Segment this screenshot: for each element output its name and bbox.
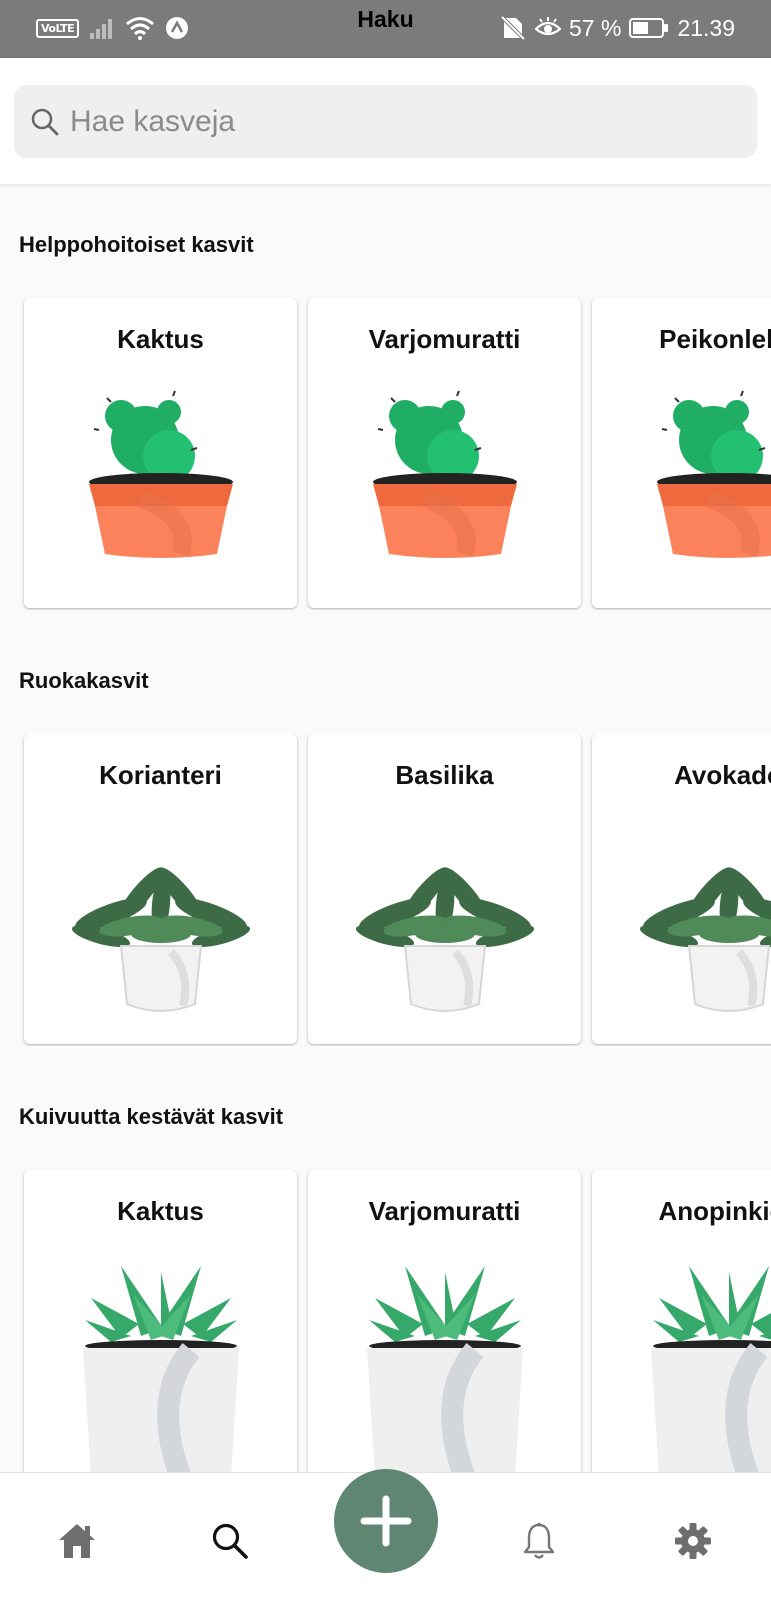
leafy-plant-image bbox=[639, 867, 771, 1012]
plus-icon bbox=[360, 1495, 412, 1547]
plant-row-drought-tolerant[interactable]: Kaktus Varjomuratti Anopinki bbox=[0, 1170, 771, 1472]
plant-card[interactable]: Avokado bbox=[592, 734, 771, 1044]
search-input[interactable] bbox=[70, 104, 710, 139]
plant-card-title: Varjomuratti bbox=[368, 1196, 521, 1226]
cactus-pot-image bbox=[88, 390, 233, 558]
section-title-drought-tolerant: Kuivuutta kestävät kasvit bbox=[19, 1104, 284, 1129]
section-title-easy-care: Helppohoitoiset kasvit bbox=[19, 232, 254, 257]
succulent-pot-image bbox=[82, 1266, 239, 1472]
plant-row-food-plants[interactable]: Korianteri Basilika Avokad bbox=[0, 734, 771, 1046]
gear-icon bbox=[675, 1523, 711, 1559]
nav-search-button[interactable] bbox=[200, 1511, 260, 1571]
plant-row-easy-care[interactable]: Kaktus Varjomuratti Peikonlehti bbox=[0, 298, 771, 610]
plant-card-title: Kaktus bbox=[117, 324, 204, 354]
eye-comfort-icon bbox=[535, 17, 561, 36]
status-right: 57 % 21.39 bbox=[499, 14, 735, 42]
succulent-pot-image bbox=[366, 1266, 523, 1472]
plant-card[interactable]: Anopinkieli bbox=[592, 1170, 771, 1472]
battery-percent: 57 % bbox=[569, 14, 622, 41]
home-icon bbox=[59, 1524, 95, 1558]
plant-card[interactable]: Kaktus bbox=[24, 298, 297, 608]
battery-icon bbox=[629, 18, 669, 38]
cactus-pot-image bbox=[372, 390, 517, 558]
search-header bbox=[0, 58, 771, 184]
plant-card[interactable]: Korianteri bbox=[24, 734, 297, 1044]
search-icon bbox=[212, 1523, 248, 1559]
plant-card-title: Avokado bbox=[674, 760, 771, 790]
plant-card-title: Peikonlehti bbox=[659, 324, 771, 354]
status-bar: VoLTE Haku 57 % 21.39 bbox=[0, 0, 771, 58]
plant-card[interactable]: Kaktus bbox=[24, 1170, 297, 1472]
clock: 21.39 bbox=[677, 14, 735, 41]
plant-card-title: Kaktus bbox=[117, 1196, 204, 1226]
bottom-nav bbox=[0, 1469, 771, 1600]
search-box[interactable] bbox=[14, 85, 757, 158]
plant-card-title: Varjomuratti bbox=[368, 324, 521, 354]
add-plant-button[interactable] bbox=[334, 1469, 438, 1573]
cactus-pot-image bbox=[656, 390, 771, 558]
no-sim-icon bbox=[500, 15, 526, 41]
plant-card-title: Korianteri bbox=[99, 760, 222, 790]
nav-notifications-button[interactable] bbox=[509, 1511, 569, 1571]
plant-card[interactable]: Varjomuratti bbox=[308, 298, 581, 608]
section-title-food-plants: Ruokakasvit bbox=[19, 668, 149, 693]
bell-icon bbox=[523, 1522, 555, 1559]
plant-card-title: Basilika bbox=[395, 760, 494, 790]
leafy-plant-image bbox=[355, 867, 534, 1012]
leafy-plant-image bbox=[71, 867, 250, 1012]
plant-card[interactable]: Peikonlehti bbox=[592, 298, 771, 608]
nav-home-button[interactable] bbox=[47, 1511, 107, 1571]
plant-card[interactable]: Basilika bbox=[308, 734, 581, 1044]
search-icon bbox=[31, 108, 59, 135]
plant-card[interactable]: Varjomuratti bbox=[308, 1170, 581, 1472]
succulent-pot-image bbox=[650, 1266, 771, 1472]
nav-settings-button[interactable] bbox=[663, 1511, 723, 1571]
plant-card-title: Anopinkieli bbox=[658, 1196, 771, 1226]
